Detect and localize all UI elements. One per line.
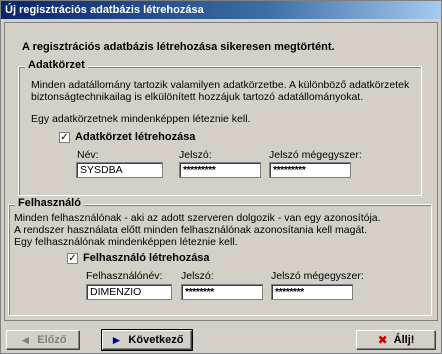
success-message: A regisztrációs adatbázis létrehozása si… xyxy=(22,41,335,53)
username-label: Felhasználónév: xyxy=(86,270,163,282)
adatkorzet-password-field[interactable]: ********* xyxy=(179,162,261,178)
stop-button[interactable]: ✖ Állj! xyxy=(356,330,436,350)
felhasznalo-password-label: Jelszó: xyxy=(181,270,214,282)
username-field[interactable]: DIMENZIO xyxy=(86,284,172,300)
adatkorzet-password-confirm-label: Jelszó mégegyszer: xyxy=(269,149,362,161)
felhasznalo-checkbox[interactable]: ✓ xyxy=(67,252,78,264)
felhasznalo-password-confirm-label: Jelszó mégegyszer: xyxy=(271,270,364,282)
window-title: Új regisztrációs adatbázis létrehozása xyxy=(1,1,441,19)
felhasznalo-password-field[interactable]: ******** xyxy=(181,284,263,300)
adatkorzet-description-2: biztonságtechnikailag is elkülönített ho… xyxy=(31,91,364,103)
adatkorzet-password-confirm-field[interactable]: ********* xyxy=(269,162,351,178)
felhasznalo-legend: Felhasználó xyxy=(15,197,84,209)
felhasznalo-description-1: Minden felhasználónak - aki az adott sze… xyxy=(14,212,381,224)
felhasznalo-group: Felhasználó Minden felhasználónak - aki … xyxy=(8,197,432,316)
next-button[interactable]: ► Következő xyxy=(101,329,193,351)
button-bar: ◄ Előző ► Következő ✖ Állj! xyxy=(1,323,441,353)
felhasznalo-description-2: A rendszer használata előtt minden felha… xyxy=(14,224,368,236)
adatkorzet-description-3: Egy adatkörzetnek mindenképpen léteznie … xyxy=(31,113,251,125)
adatkorzet-checkbox[interactable]: ✓ xyxy=(59,131,70,143)
felhasznalo-checkbox-label: Felhasználó létrehozása xyxy=(83,252,210,264)
close-icon: ✖ xyxy=(377,333,388,347)
adatkorzet-checkbox-label: Adatkörzet létrehozása xyxy=(75,131,196,143)
wizard-window: Új regisztrációs adatbázis létrehozása A… xyxy=(0,0,442,354)
prev-button-label: Előző xyxy=(37,334,67,346)
name-field[interactable]: SYSDBA xyxy=(76,162,163,178)
arrow-left-icon: ◄ xyxy=(19,333,32,347)
adatkorzet-group: Adatkörzet Minden adatállomány tartozik … xyxy=(18,59,422,196)
next-button-label: Következő xyxy=(128,334,184,346)
adatkorzet-description-1: Minden adatállomány tartozik valamilyen … xyxy=(31,79,410,91)
arrow-right-icon: ► xyxy=(110,333,123,347)
content-panel: A regisztrációs adatbázis létrehozása si… xyxy=(4,22,438,321)
adatkorzet-checkbox-row[interactable]: ✓ Adatkörzet létrehozása xyxy=(59,131,195,143)
adatkorzet-password-label: Jelszó: xyxy=(179,149,212,161)
prev-button[interactable]: ◄ Előző xyxy=(6,330,80,350)
felhasznalo-password-confirm-field[interactable]: ******** xyxy=(271,284,353,300)
felhasznalo-description-3: Egy felhasználónak mindenképpen léteznie… xyxy=(14,236,238,248)
name-label: Név: xyxy=(77,149,99,161)
felhasznalo-checkbox-row[interactable]: ✓ Felhasználó létrehozása xyxy=(67,252,210,264)
stop-button-label: Állj! xyxy=(393,334,415,346)
adatkorzet-legend: Adatkörzet xyxy=(25,59,88,71)
